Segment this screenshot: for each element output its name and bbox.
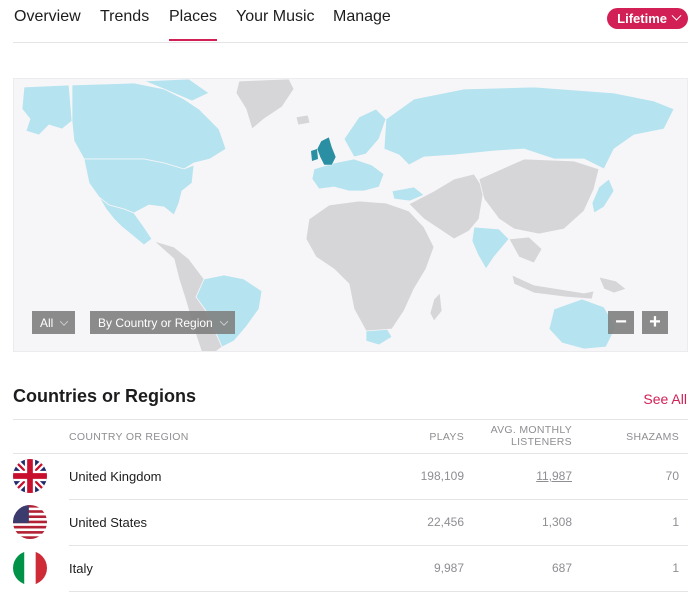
region-australia — [548, 298, 617, 350]
table-row[interactable]: United States 22,456 1,308 1 — [13, 500, 688, 546]
region-papua — [598, 276, 627, 294]
region-usa — [83, 158, 195, 216]
region-india — [471, 226, 510, 270]
table-header: COUNTRY OR REGION PLAYS AVG. MONTHLY LIS… — [13, 419, 688, 454]
shazams-value: 1 — [672, 515, 679, 529]
period-dropdown[interactable]: Lifetime — [607, 8, 688, 29]
filter-label: All — [40, 315, 54, 330]
header-listeners-line2: LISTENERS — [510, 436, 572, 448]
country-name: United States — [69, 515, 148, 530]
zoom-in-button[interactable]: + — [642, 311, 668, 334]
chevron-down-icon — [60, 316, 69, 326]
row-divider — [69, 591, 688, 592]
tab-overview[interactable]: Overview — [14, 8, 81, 26]
see-all-link[interactable]: See All — [643, 391, 687, 407]
plays-value: 198,109 — [420, 469, 464, 483]
filter-dropdown[interactable]: All — [32, 311, 76, 334]
italy-flag-icon — [13, 551, 47, 585]
region-indonesia — [511, 274, 595, 300]
period-label: Lifetime — [617, 11, 667, 26]
region-iceland — [295, 114, 311, 126]
header-listeners[interactable]: AVG. MONTHLY LISTENERS — [491, 424, 572, 448]
tab-manage[interactable]: Manage — [333, 8, 391, 26]
plays-value: 22,456 — [427, 515, 464, 529]
listeners-value: 1,308 — [541, 515, 572, 529]
region-madagascar — [429, 292, 443, 322]
chevron-down-icon — [219, 316, 228, 326]
region-africa — [305, 200, 435, 332]
region-se-asia — [508, 236, 543, 264]
table-row[interactable]: Italy 9,987 687 1 — [13, 546, 688, 592]
minus-icon: − — [615, 311, 627, 333]
region-china — [478, 158, 600, 235]
tab-trends[interactable]: Trends — [100, 8, 149, 26]
group-by-dropdown[interactable]: By Country or Region — [90, 311, 235, 334]
region-scandinavia — [343, 108, 387, 158]
chevron-down-icon — [671, 10, 682, 21]
uk-flag-icon — [13, 459, 47, 493]
tab-your-music[interactable]: Your Music — [236, 8, 315, 26]
region-alaska — [21, 84, 73, 136]
country-name: Italy — [69, 561, 93, 576]
section-title: Countries or Regions — [13, 386, 197, 406]
shazams-value: 1 — [672, 561, 679, 575]
group-by-label: By Country or Region — [98, 315, 213, 330]
region-greenland — [235, 79, 295, 130]
listeners-value[interactable]: 11,987 — [536, 469, 572, 483]
listeners-value: 687 — [551, 561, 572, 575]
header-country[interactable]: COUNTRY OR REGION — [69, 431, 189, 443]
header-shazams[interactable]: SHAZAMS — [626, 431, 679, 443]
region-ireland — [311, 149, 318, 161]
region-uk — [316, 136, 337, 166]
table-row[interactable]: United Kingdom 198,109 11,987 70 — [13, 454, 688, 500]
country-name: United Kingdom — [69, 469, 162, 484]
world-map[interactable]: All By Country or Region − + — [13, 78, 688, 352]
region-europe — [311, 158, 385, 192]
us-flag-icon — [13, 505, 47, 539]
header-listeners-line1: AVG. MONTHLY — [490, 424, 572, 436]
top-nav: Overview Trends Places Your Music Manage… — [13, 0, 688, 43]
header-plays[interactable]: PLAYS — [429, 431, 464, 443]
zoom-out-button[interactable]: − — [608, 311, 634, 334]
plays-value: 9,987 — [433, 561, 464, 575]
shazams-value: 70 — [665, 469, 679, 483]
tab-places[interactable]: Places — [169, 8, 218, 41]
region-russia — [383, 86, 675, 170]
plus-icon: + — [649, 311, 661, 333]
